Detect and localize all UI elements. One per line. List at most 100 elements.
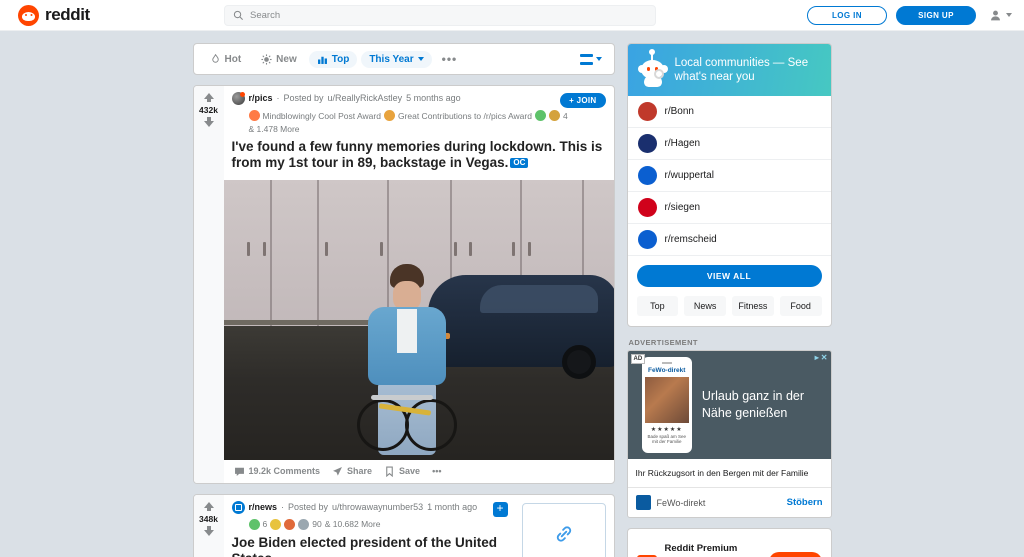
search-icon — [233, 10, 243, 20]
advertisement-card[interactable]: AD ▸ ✕ FeWo-direkt ★★★★★ Bade spaß am Se… — [626, 350, 832, 518]
save-button[interactable]: Save — [384, 466, 420, 477]
community-row[interactable]: r/siegen — [627, 192, 831, 224]
post-author[interactable]: u/throwawaynumber53 — [332, 502, 423, 512]
community-row[interactable]: r/Hagen — [627, 128, 831, 160]
subreddit-link[interactable]: r/news — [249, 502, 278, 512]
sort-tab-hot-label: Hot — [224, 53, 242, 65]
chip-top[interactable]: Top — [636, 296, 679, 316]
award-icon[interactable] — [248, 110, 260, 121]
join-button[interactable]: + JOIN — [560, 93, 606, 108]
award-icon[interactable] — [284, 518, 296, 530]
community-avatar — [637, 166, 657, 185]
awards-more-label[interactable]: & 1.478 More — [249, 124, 300, 134]
share-button[interactable]: Share — [332, 466, 372, 477]
person-on-bike — [356, 263, 457, 455]
ad-controls[interactable]: ▸ ✕ — [815, 353, 828, 362]
snoo-magnifier-icon — [637, 49, 668, 87]
community-row[interactable]: r/wuppertal — [627, 160, 831, 192]
subreddit-link[interactable]: r/pics — [249, 93, 273, 103]
post-author[interactable]: u/ReallyRickAstley — [328, 93, 403, 103]
sort-overflow-button[interactable]: ••• — [436, 52, 464, 66]
chevron-down-icon — [1006, 13, 1012, 17]
sort-tab-new[interactable]: New — [253, 51, 305, 68]
top-navbar: reddit LOG IN SIGN UP — [0, 0, 1024, 31]
award-icon[interactable] — [534, 110, 546, 121]
vote-column: 432k — [193, 86, 224, 483]
award-name: Mindblowingly Cool Post Award — [262, 110, 381, 121]
ad-phone-mockup: FeWo-direkt ★★★★★ Bade spaß am See mit d… — [641, 357, 692, 453]
awards-more-label[interactable]: & 10.682 More — [325, 519, 381, 529]
upvote-button[interactable] — [203, 501, 214, 511]
downvote-button[interactable] — [203, 117, 214, 127]
community-row[interactable]: r/Bonn — [627, 96, 831, 128]
post-actions: 19.2k Comments Share Save ••• — [232, 460, 606, 483]
page-body: Hot New Top This Year ••• 432k r/pics · … — [0, 31, 1024, 557]
reddit-logo[interactable]: reddit — [18, 4, 90, 26]
post-image[interactable] — [223, 179, 614, 460]
post-overflow-button[interactable]: ••• — [432, 466, 441, 476]
community-name: r/siegen — [664, 202, 701, 213]
post-title[interactable]: Joe Biden elected president of the Unite… — [232, 535, 508, 557]
chevron-down-icon — [595, 57, 602, 61]
user-avatar-icon — [991, 10, 1000, 20]
sort-timeframe-dropdown[interactable]: This Year — [361, 50, 432, 68]
view-mode-toggle[interactable] — [579, 53, 606, 65]
close-icon[interactable]: ✕ — [821, 353, 828, 362]
search-input[interactable] — [250, 9, 647, 21]
card-view-icon — [579, 53, 593, 65]
signup-button[interactable]: SIGN UP — [896, 5, 976, 25]
sort-tab-hot[interactable]: Hot — [202, 51, 250, 68]
reddit-snoo-icon — [18, 4, 39, 26]
flame-icon — [211, 53, 219, 63]
vote-column: 348k — [193, 494, 224, 557]
downvote-button[interactable] — [203, 525, 214, 536]
award-icon[interactable] — [548, 110, 560, 121]
post-card[interactable]: 432k r/pics · Posted by u/ReallyRickAstl… — [192, 85, 615, 484]
post-title[interactable]: I've found a few funny memories during l… — [232, 139, 606, 172]
chip-food[interactable]: Food — [779, 296, 822, 316]
link-icon — [556, 526, 571, 542]
ad-banner[interactable]: AD ▸ ✕ FeWo-direkt ★★★★★ Bade spaß am Se… — [627, 351, 831, 459]
sort-tab-top[interactable]: Top — [308, 50, 358, 68]
search-bar[interactable] — [224, 4, 656, 26]
vote-count: 432k — [199, 105, 218, 115]
join-button[interactable]: + — [492, 501, 508, 517]
bicycle — [356, 393, 457, 451]
ad-advertiser-icon — [635, 495, 651, 510]
community-name: r/Bonn — [664, 106, 694, 117]
award-icon[interactable] — [298, 518, 310, 530]
community-row[interactable]: r/remscheid — [627, 224, 831, 256]
ad-cta-button[interactable]: Stöbern — [787, 497, 823, 508]
ad-star-rating: ★★★★★ — [650, 427, 683, 433]
sidebar-column: Local communities — See what's near you … — [626, 43, 832, 557]
comments-button[interactable]: 19.2k Comments — [234, 466, 320, 477]
view-all-button[interactable]: VIEW ALL — [636, 265, 822, 287]
post-thumbnail[interactable] — [521, 502, 606, 557]
posted-by-label: Posted by — [288, 501, 329, 512]
award-icon[interactable] — [248, 518, 260, 530]
award-icon[interactable] — [270, 518, 282, 530]
login-button[interactable]: LOG IN — [807, 5, 887, 25]
upvote-stem — [206, 506, 211, 511]
upvote-stem — [206, 98, 211, 102]
post-title-text: Joe Biden elected president of the Unite… — [231, 534, 498, 557]
award-count: 4 — [562, 110, 568, 121]
premium-title: Reddit Premium — [664, 543, 738, 554]
subreddit-avatar — [231, 92, 245, 105]
chip-news[interactable]: News — [684, 296, 726, 316]
local-communities-header: Local communities — See what's near you — [627, 44, 831, 96]
award-icon[interactable] — [383, 110, 395, 121]
vote-count: 348k — [199, 513, 218, 524]
premium-try-now-button[interactable]: TRY NOW — [768, 552, 822, 557]
post-card[interactable]: 348k r/news · Posted by u/throwawaynumbe… — [192, 493, 615, 557]
user-account-menu[interactable] — [989, 9, 1012, 22]
topic-chips: Top News Fitness Food — [628, 287, 831, 326]
ad-family-photo — [644, 377, 689, 423]
chip-fitness[interactable]: Fitness — [732, 296, 774, 316]
ad-description: Ihr Rückzugsort in den Bergen mit der Fa… — [627, 459, 831, 488]
award-count: 90 — [312, 519, 322, 530]
adchoices-icon[interactable]: ▸ — [815, 353, 819, 362]
upvote-button[interactable] — [203, 93, 214, 102]
ad-advertiser-name: FeWo-direkt — [656, 497, 706, 508]
reddit-premium-card[interactable]: Reddit Premium The best Reddit experienc… — [626, 528, 832, 557]
